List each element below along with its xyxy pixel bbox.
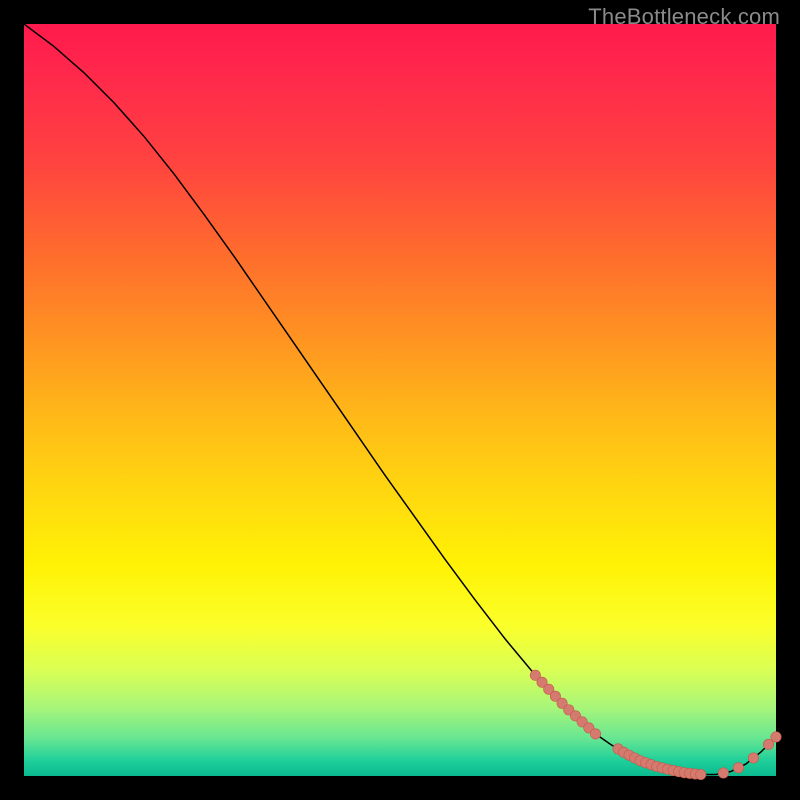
- chart-container: TheBottleneck.com: [0, 0, 800, 800]
- bottleneck-curve: [24, 24, 776, 775]
- data-point: [718, 768, 728, 778]
- data-point: [696, 769, 706, 779]
- data-point: [590, 729, 600, 739]
- plot-area: [24, 24, 776, 776]
- data-points: [530, 670, 781, 780]
- line-layer: [24, 24, 776, 776]
- data-point: [748, 753, 758, 763]
- data-point: [733, 763, 743, 773]
- data-point: [771, 732, 781, 742]
